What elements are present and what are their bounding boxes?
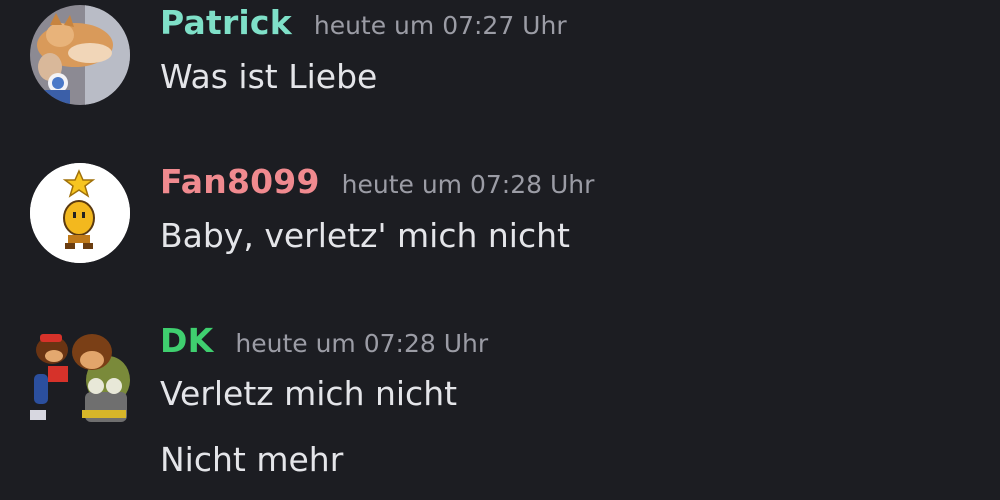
message-header-2: Fan8099 heute um 07:28 Uhr <box>160 162 594 201</box>
message-timestamp: heute um 07:28 Uhr <box>235 329 489 358</box>
chat-message-list: Patrick heute um 07:27 Uhr Was ist Liebe… <box>0 0 1000 500</box>
avatar-patrick[interactable] <box>30 5 130 105</box>
cat-photo-avatar-icon <box>30 5 130 105</box>
message-timestamp: heute um 07:28 Uhr <box>341 170 595 199</box>
message-timestamp: heute um 07:27 Uhr <box>313 11 567 40</box>
message-header-1: Patrick heute um 07:27 Uhr <box>160 3 567 42</box>
username-fan8099[interactable]: Fan8099 <box>160 162 320 201</box>
message-text: Nicht mehr <box>160 440 344 479</box>
message-text: Was ist Liebe <box>160 57 378 96</box>
pixel-star-sprite-avatar-icon <box>30 163 130 263</box>
username-dk[interactable]: DK <box>160 321 213 360</box>
avatar-dk[interactable] <box>30 322 130 422</box>
username-patrick[interactable]: Patrick <box>160 3 292 42</box>
donkey-kong-avatar-icon <box>30 334 130 422</box>
message-header-3: DK heute um 07:28 Uhr <box>160 321 488 360</box>
message-text: Baby, verletz' mich nicht <box>160 216 570 255</box>
message-text: Verletz mich nicht <box>160 374 458 413</box>
avatar-fan8099[interactable] <box>30 163 130 263</box>
